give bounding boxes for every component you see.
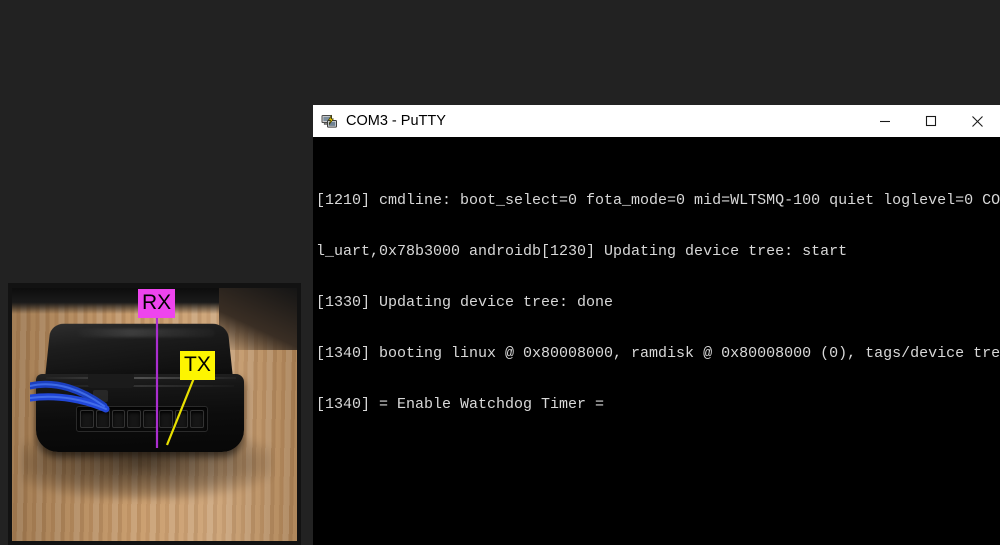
terminal-line: [1210] cmdline: boot_select=0 fota_mode=… bbox=[316, 192, 1000, 209]
terminal-line: l_uart,0x78b3000 androidb[1230] Updating… bbox=[316, 243, 848, 260]
window-titlebar[interactable]: COM3 - PuTTY bbox=[313, 105, 1000, 137]
close-icon[interactable] bbox=[954, 105, 1000, 137]
minimize-icon[interactable] bbox=[862, 105, 908, 137]
window-controls bbox=[862, 105, 1000, 137]
terminal-output[interactable]: [1210] cmdline: boot_select=0 fota_mode=… bbox=[313, 137, 1000, 545]
terminal-line: [1340] = Enable Watchdog Timer = bbox=[316, 396, 605, 413]
maximize-icon[interactable] bbox=[908, 105, 954, 137]
terminal-text: [1210] cmdline: boot_select=0 fota_mode=… bbox=[316, 141, 1000, 545]
putty-computer-icon bbox=[321, 113, 338, 130]
device-highlight bbox=[73, 328, 216, 338]
connector-pin-tx bbox=[158, 410, 173, 428]
blue-wires bbox=[30, 380, 110, 413]
device-photo-panel bbox=[8, 283, 301, 545]
device-photo bbox=[12, 288, 297, 541]
obd-device bbox=[30, 316, 248, 464]
terminal-line: [1340] booting linux @ 0x80008000, ramdi… bbox=[316, 345, 1000, 362]
annotation-label-tx: TX bbox=[180, 351, 215, 380]
screen: RX TX COM3 - PuTTY [1210] cmdline: boot_… bbox=[0, 0, 1000, 545]
connector-pin bbox=[190, 410, 204, 428]
annotation-label-rx: RX bbox=[138, 289, 176, 318]
connector-pin bbox=[174, 410, 189, 428]
putty-window[interactable]: COM3 - PuTTY [1210] cmdline: boot_select… bbox=[313, 105, 1000, 545]
terminal-line: [1330] Updating device tree: done bbox=[316, 294, 614, 311]
window-title: COM3 - PuTTY bbox=[346, 113, 446, 129]
